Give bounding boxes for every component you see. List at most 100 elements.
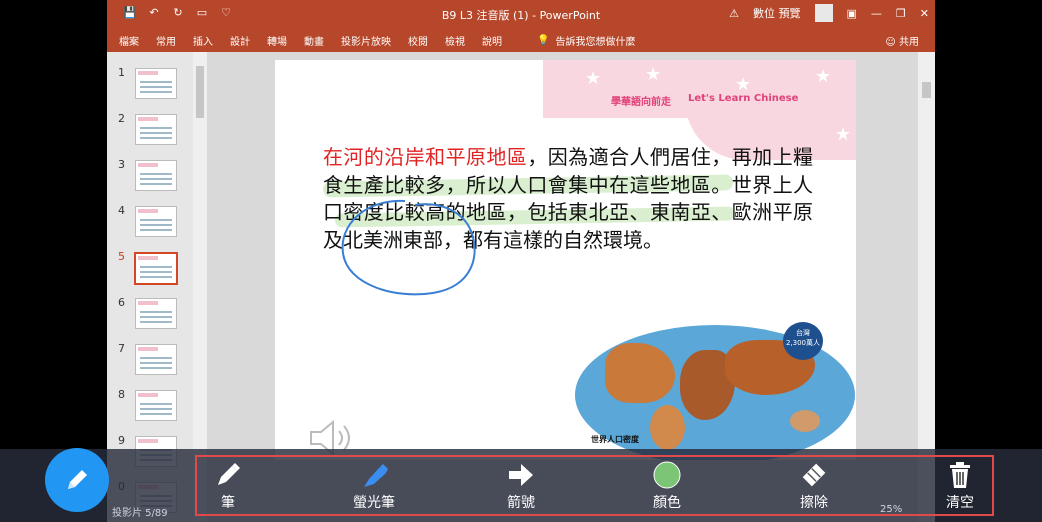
share-button[interactable]: ☺ 共用 bbox=[885, 33, 919, 48]
thumbnail-line bbox=[140, 408, 172, 410]
thumbnail-line bbox=[140, 271, 172, 273]
thumbnail-line bbox=[140, 91, 172, 93]
eraser-tool-label: 擦除 bbox=[800, 495, 828, 511]
ribbon-tab[interactable]: 投影片放映 bbox=[341, 33, 391, 48]
thumbnail-header bbox=[138, 256, 158, 260]
map-continent bbox=[650, 405, 685, 450]
clear-tool-button[interactable]: 清空 bbox=[920, 460, 1000, 512]
title-bar: 💾 ↶ ↻ ▭ ♡ B9 L3 注音版 (1) - PowerPoint ⚠ 數… bbox=[107, 0, 935, 28]
ribbon-tab[interactable]: 常用 bbox=[156, 33, 176, 48]
clear-tool-label: 清空 bbox=[946, 495, 974, 511]
thumbnail-header bbox=[138, 301, 158, 305]
thumbnail-line bbox=[140, 357, 172, 359]
pen-circle-annotation bbox=[341, 199, 476, 296]
pencil-icon bbox=[68, 470, 87, 489]
thumbnail-header bbox=[138, 439, 158, 443]
letterbox-right bbox=[935, 0, 1042, 522]
color-swatch-icon bbox=[653, 461, 681, 489]
close-icon[interactable]: ✕ bbox=[920, 7, 929, 20]
restore-icon[interactable]: ❐ bbox=[896, 7, 906, 20]
map-continent bbox=[790, 410, 820, 432]
ribbon-tab[interactable]: 插入 bbox=[193, 33, 213, 48]
thumbnail-line bbox=[140, 316, 172, 318]
ribbon-tab[interactable]: 說明 bbox=[482, 33, 502, 48]
slide-thumbnail[interactable] bbox=[135, 68, 177, 99]
slide-thumbnail[interactable] bbox=[135, 298, 177, 329]
thumbnail-line bbox=[140, 219, 172, 221]
thumbnail-line bbox=[140, 229, 172, 231]
thumbnail-line bbox=[140, 266, 172, 268]
color-tool-button[interactable]: 顏色 bbox=[627, 460, 707, 512]
ribbon-tabs: 檔案 常用 插入 設計 轉場 動畫 投影片放映 校閱 檢視 說明 💡 告訴我您想做什麼 ☺ 共用 bbox=[107, 28, 935, 52]
thumbnail-line bbox=[140, 311, 172, 313]
minimize-icon[interactable]: — bbox=[871, 7, 882, 20]
slide-scroll-thumb[interactable] bbox=[922, 82, 931, 98]
ribbon-tab[interactable]: 轉場 bbox=[267, 33, 287, 48]
slide-thumbnail[interactable] bbox=[135, 390, 177, 421]
account-label[interactable]: 數位 預覽 bbox=[753, 5, 801, 21]
thumbnail-line bbox=[140, 81, 172, 83]
slide-header-english: Let's Learn Chinese bbox=[688, 93, 799, 104]
slide-counter: 投影片 5/89 bbox=[112, 508, 168, 519]
map-continent bbox=[605, 343, 675, 403]
annotation-toggle-button[interactable] bbox=[45, 448, 109, 512]
slide-thumbnail[interactable] bbox=[134, 252, 178, 285]
arrow-right-icon bbox=[509, 464, 533, 486]
title-right-group: ⚠ 數位 預覽 ▣ — ❐ ✕ bbox=[729, 4, 929, 22]
slide-thumbnail[interactable] bbox=[135, 160, 177, 191]
eraser-tool-button[interactable]: 擦除 bbox=[774, 460, 854, 512]
thumbnail-line bbox=[140, 276, 172, 278]
thumbnail-line bbox=[140, 183, 172, 185]
ribbon-tab[interactable]: 檔案 bbox=[119, 33, 139, 48]
slide-header-chinese: 學華語向前走 bbox=[611, 97, 671, 108]
ribbon-tab[interactable]: 檢視 bbox=[445, 33, 465, 48]
thumbnail-line bbox=[140, 86, 172, 88]
ribbon-tab[interactable]: 校閱 bbox=[408, 33, 428, 48]
ribbon-display-icon[interactable]: ▣ bbox=[847, 7, 857, 20]
thumbnail-header bbox=[138, 347, 158, 351]
ribbon-tab[interactable]: 設計 bbox=[230, 33, 250, 48]
thumbnail-header bbox=[138, 163, 158, 167]
tell-me-box[interactable]: 💡 告訴我您想做什麼 bbox=[537, 33, 635, 48]
star-decoration: ★ bbox=[645, 64, 662, 85]
thumbnail-header bbox=[138, 209, 158, 213]
slide-number: 1 bbox=[118, 66, 125, 79]
letterbox-left bbox=[0, 0, 107, 522]
thumbnail-line bbox=[140, 132, 172, 134]
slide-thumbnail[interactable] bbox=[135, 206, 177, 237]
highlighter-tool-label: 螢光筆 bbox=[353, 495, 395, 511]
pen-tool-button[interactable]: 筆 bbox=[188, 460, 268, 512]
slide-number: 2 bbox=[118, 112, 125, 125]
current-slide: ★ ★ ★ ★ ★ 學華語向前走 Let's Learn Chinese 在河的… bbox=[275, 60, 856, 460]
slide-number: 7 bbox=[118, 342, 125, 355]
thumbnail-line bbox=[140, 362, 172, 364]
slide-number: 9 bbox=[118, 434, 125, 447]
avatar[interactable] bbox=[814, 4, 833, 22]
thumbnail-line bbox=[140, 224, 172, 226]
thumbnail-line bbox=[140, 367, 172, 369]
highlighter-tool-button[interactable]: 螢光筆 bbox=[334, 460, 414, 512]
slide-number: 3 bbox=[118, 158, 125, 171]
slide-number: 4 bbox=[118, 204, 125, 217]
pin-population: 2,300萬人 bbox=[785, 339, 821, 347]
lightbulb-icon: 💡 bbox=[537, 35, 550, 46]
tool-group-frame bbox=[195, 455, 994, 516]
map-caption: 世界人口密度 bbox=[591, 435, 639, 444]
highlighter-icon bbox=[364, 464, 388, 487]
person-icon: ☺ bbox=[885, 37, 896, 48]
thumbnail-header bbox=[138, 393, 158, 397]
slide-thumbnail[interactable] bbox=[135, 114, 177, 145]
star-decoration: ★ bbox=[735, 74, 752, 95]
arrow-tool-button[interactable]: 箭號 bbox=[481, 460, 561, 512]
thumbnail-line bbox=[140, 127, 172, 129]
ribbon-tab-list: 檔案 常用 插入 設計 轉場 動畫 投影片放映 校閱 檢視 說明 bbox=[119, 33, 502, 48]
thumbnail-line bbox=[140, 173, 172, 175]
ribbon-tab[interactable]: 動畫 bbox=[304, 33, 324, 48]
thumbnail-scroll-thumb[interactable] bbox=[196, 66, 204, 118]
thumbnail-line bbox=[140, 137, 172, 139]
star-decoration: ★ bbox=[815, 66, 832, 87]
slide-number: 8 bbox=[118, 388, 125, 401]
star-decoration: ★ bbox=[585, 68, 602, 89]
slide-thumbnail[interactable] bbox=[135, 344, 177, 375]
pen-tool-label: 筆 bbox=[221, 495, 235, 511]
